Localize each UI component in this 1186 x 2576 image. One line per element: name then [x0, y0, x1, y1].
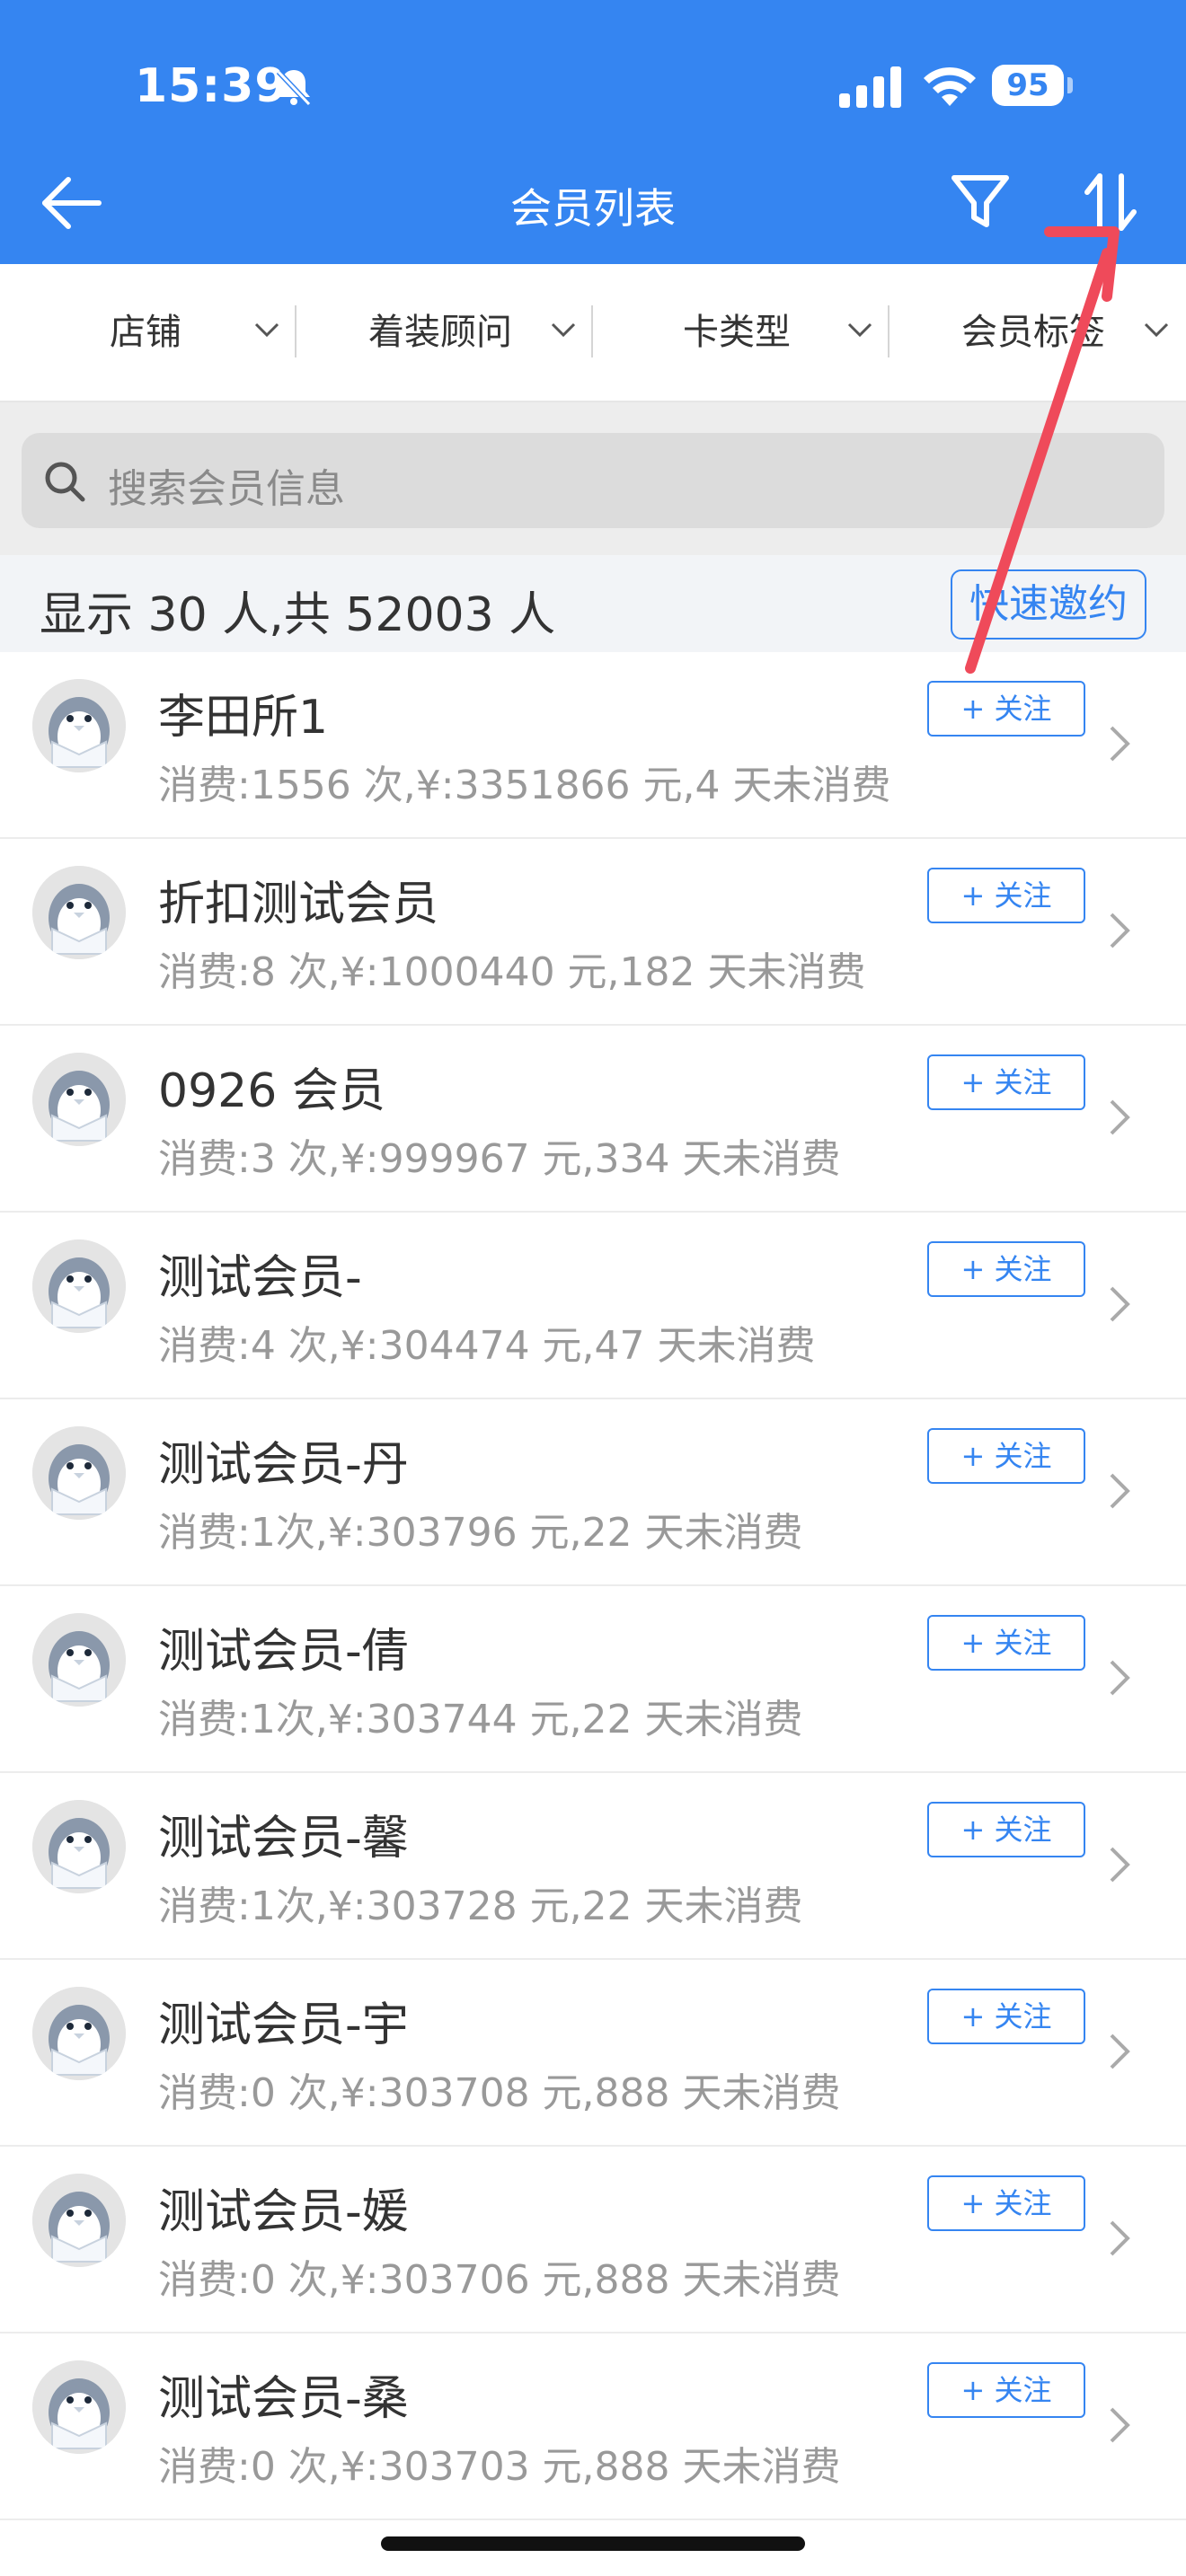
filter-stylist[interactable]: 着装顾问	[368, 264, 576, 401]
member-stats: 消费:1556 次,¥:3351866 元,4 天未消费	[158, 763, 891, 808]
member-name: 测试会员-丹	[158, 1438, 409, 1492]
member-stats: 消费:0 次,¥:303703 元,888 天未消费	[158, 2444, 841, 2490]
penguin-avatar-icon	[32, 1613, 126, 1707]
cellular-signal-icon	[839, 66, 901, 108]
status-time: 15:39	[135, 59, 288, 113]
member-name: 折扣测试会员	[158, 878, 439, 931]
quick-invite-button[interactable]: 快速邀约	[951, 569, 1146, 640]
sort-icon[interactable]	[1078, 169, 1145, 235]
search-area: 搜索会员信息	[0, 402, 1186, 555]
member-name: 测试会员-馨	[158, 1812, 409, 1866]
member-list: 李田所1 消费:1556 次,¥:3351866 元,4 天未消费 + 关注 折扣测试…	[0, 652, 1186, 2520]
follow-button[interactable]: + 关注	[927, 1802, 1085, 1857]
member-name: 测试会员-桑	[158, 2372, 409, 2426]
member-stats: 消费:1次,¥:303728 元,22 天未消费	[158, 1883, 803, 1929]
chevron-right-icon[interactable]	[1107, 2219, 1132, 2258]
chevron-right-icon[interactable]	[1107, 2405, 1132, 2445]
member-stats: 消费:0 次,¥:303706 元,888 天未消费	[158, 2257, 841, 2303]
follow-button[interactable]: + 关注	[927, 1428, 1085, 1484]
filter-card-type[interactable]: 卡类型	[683, 264, 872, 401]
chevron-right-icon[interactable]	[1107, 2032, 1132, 2071]
member-stats: 消费:4 次,¥:304474 元,47 天未消费	[158, 1323, 816, 1369]
follow-button[interactable]: + 关注	[927, 1241, 1085, 1297]
member-stats: 消费:8 次,¥:1000440 元,182 天未消费	[158, 949, 866, 995]
follow-button[interactable]: + 关注	[927, 2175, 1085, 2231]
member-row[interactable]: 李田所1 消费:1556 次,¥:3351866 元,4 天未消费 + 关注	[0, 652, 1186, 839]
member-name: 0926 会员	[158, 1064, 385, 1118]
filter-divider	[295, 305, 296, 357]
member-name: 测试会员-宇	[158, 1998, 409, 2052]
follow-button[interactable]: + 关注	[927, 2362, 1085, 2418]
chevron-right-icon[interactable]	[1107, 1845, 1132, 1884]
member-row[interactable]: 测试会员-媛消费:0 次,¥:303706 元,888 天未消费 + 关注	[0, 2147, 1186, 2333]
member-name: 测试会员-媛	[158, 2185, 409, 2239]
follow-button[interactable]: + 关注	[927, 868, 1085, 923]
filter-icon[interactable]	[947, 169, 1013, 235]
chevron-right-icon[interactable]	[1107, 1284, 1132, 1324]
member-row[interactable]: 测试会员-丹消费:1次,¥:303796 元,22 天未消费 + 关注	[0, 1399, 1186, 1586]
chevron-down-icon	[847, 322, 872, 338]
penguin-avatar-icon	[32, 1053, 126, 1146]
battery-level: 95	[992, 65, 1064, 106]
member-row[interactable]: 测试会员-倩消费:1次,¥:303744 元,22 天未消费 + 关注	[0, 1586, 1186, 1773]
penguin-avatar-icon	[32, 1426, 126, 1520]
filter-divider	[888, 305, 890, 357]
chevron-right-icon[interactable]	[1107, 1098, 1132, 1137]
filter-bar: 店铺 着装顾问 卡类型 会员标签	[0, 264, 1186, 402]
filter-card-type-label: 卡类型	[683, 312, 791, 353]
search-placeholder: 搜索会员信息	[108, 466, 345, 512]
follow-button[interactable]: + 关注	[927, 1989, 1085, 2044]
chevron-right-icon[interactable]	[1107, 724, 1132, 763]
member-row[interactable]: 测试会员-馨消费:1次,¥:303728 元,22 天未消费 + 关注	[0, 1773, 1186, 1960]
chevron-down-icon	[1144, 322, 1169, 338]
member-row[interactable]: 测试会员- 消费:4 次,¥:304474 元,47 天未消费 + 关注	[0, 1213, 1186, 1399]
member-name: 测试会员-倩	[158, 1625, 409, 1679]
search-input[interactable]: 搜索会员信息	[22, 433, 1164, 528]
result-count: 显示 30 人,共 52003 人	[40, 588, 556, 642]
chevron-right-icon[interactable]	[1107, 1471, 1132, 1511]
chevron-right-icon[interactable]	[1107, 1658, 1132, 1698]
follow-button[interactable]: + 关注	[927, 681, 1085, 737]
member-stats: 消费:1次,¥:303796 元,22 天未消费	[158, 1510, 803, 1556]
top-app-bar: 15:39 95 会员列表	[0, 0, 1186, 264]
chevron-down-icon	[254, 322, 279, 338]
penguin-avatar-icon	[32, 679, 126, 772]
member-stats: 消费:0 次,¥:303708 元,888 天未消费	[158, 2070, 841, 2116]
filter-member-tag-label: 会员标签	[961, 312, 1105, 353]
penguin-avatar-icon	[32, 2360, 126, 2454]
filter-store[interactable]: 店铺	[110, 264, 279, 401]
penguin-avatar-icon	[32, 1800, 126, 1893]
penguin-avatar-icon	[32, 1987, 126, 2080]
member-row[interactable]: 0926 会员消费:3 次,¥:999967 元,334 天未消费 + 关注	[0, 1026, 1186, 1213]
penguin-avatar-icon	[32, 2174, 126, 2267]
chevron-down-icon	[551, 322, 576, 338]
result-summary: 显示 30 人,共 52003 人 快速邀约	[0, 555, 1186, 652]
follow-button[interactable]: + 关注	[927, 1054, 1085, 1110]
member-name: 李田所1	[158, 691, 329, 745]
member-stats: 消费:1次,¥:303744 元,22 天未消费	[158, 1697, 803, 1742]
member-row[interactable]: 折扣测试会员消费:8 次,¥:1000440 元,182 天未消费 + 关注	[0, 839, 1186, 1026]
penguin-avatar-icon	[32, 1239, 126, 1333]
member-row[interactable]: 测试会员-宇消费:0 次,¥:303708 元,888 天未消费 + 关注	[0, 1960, 1186, 2147]
wifi-icon	[924, 66, 976, 106]
member-stats: 消费:3 次,¥:999967 元,334 天未消费	[158, 1136, 841, 1182]
silent-bell-icon	[276, 69, 312, 107]
penguin-avatar-icon	[32, 866, 126, 959]
search-icon	[45, 462, 85, 502]
filter-stylist-label: 着装顾问	[368, 312, 512, 353]
home-indicator	[381, 2536, 805, 2551]
filter-divider	[591, 305, 593, 357]
follow-button[interactable]: + 关注	[927, 1615, 1085, 1671]
battery-tip	[1067, 77, 1073, 93]
member-row[interactable]: 测试会员-桑消费:0 次,¥:303703 元,888 天未消费 + 关注	[0, 2333, 1186, 2520]
filter-store-label: 店铺	[110, 312, 181, 353]
filter-member-tag[interactable]: 会员标签	[961, 264, 1169, 401]
member-name: 测试会员-	[158, 1251, 362, 1305]
chevron-right-icon[interactable]	[1107, 911, 1132, 950]
